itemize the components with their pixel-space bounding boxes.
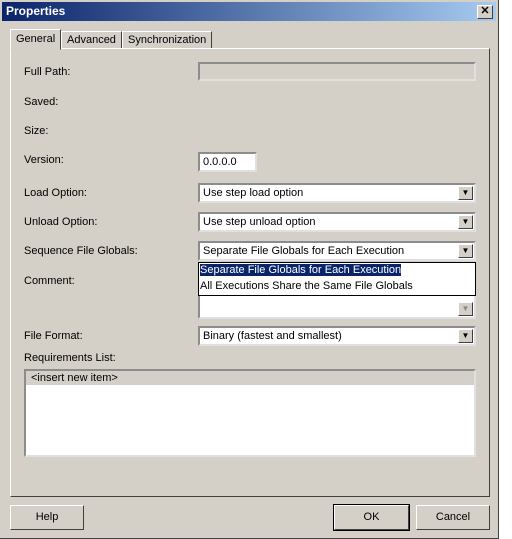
unload-option-value: Use step unload option <box>203 216 316 228</box>
size-label: Size: <box>24 125 49 137</box>
tab-general[interactable]: General <box>10 29 62 50</box>
full-path-field <box>198 62 476 81</box>
unload-option-label: Unload Option: <box>24 216 98 228</box>
chevron-down-icon[interactable]: ▼ <box>458 186 473 200</box>
full-path-label: Full Path: <box>24 66 71 78</box>
dialog-title: Properties <box>6 4 66 18</box>
load-option-value: Use step load option <box>203 187 304 199</box>
list-item[interactable]: <insert new item> <box>26 371 474 385</box>
sequence-file-globals-value: Separate File Globals for Each Execution <box>203 245 405 257</box>
chevron-down-icon[interactable]: ▼ <box>458 215 473 229</box>
close-icon[interactable]: ✕ <box>477 5 493 19</box>
comment-label: Comment: <box>24 275 75 287</box>
requirements-list[interactable]: <insert new item> <box>24 369 476 457</box>
sequence-file-globals-label: Sequence File Globals: <box>24 245 138 257</box>
tab-synchronization[interactable]: Synchronization <box>122 31 213 49</box>
title-bar: Properties ✕ <box>2 2 496 21</box>
ok-button[interactable]: OK <box>333 504 410 531</box>
cancel-button[interactable]: Cancel <box>416 505 490 530</box>
version-field[interactable]: 0.0.0.0 <box>198 152 257 172</box>
requirements-label: Requirements List: <box>24 352 116 364</box>
sequence-file-globals-select[interactable]: Separate File Globals for Each Execution… <box>198 241 476 261</box>
chevron-down-icon[interactable]: ▼ <box>458 244 473 258</box>
file-format-label: File Format: <box>24 330 83 342</box>
version-label: Version: <box>24 154 64 166</box>
file-format-select[interactable]: Binary (fastest and smallest) ▼ <box>198 326 476 346</box>
chevron-down-icon[interactable]: ▼ <box>458 329 473 343</box>
help-button[interactable]: Help <box>10 505 84 530</box>
sequence-file-globals-dropdown: Separate File Globals for Each Execution… <box>198 262 476 296</box>
saved-label: Saved: <box>24 96 59 108</box>
load-option-select[interactable]: Use step load option ▼ <box>198 183 476 203</box>
scroll-down-icon[interactable]: ▼ <box>458 302 473 316</box>
dropdown-option[interactable]: Separate File Globals for Each Execution <box>199 263 475 279</box>
unload-option-select[interactable]: Use step unload option ▼ <box>198 212 476 232</box>
load-option-label: Load Option: <box>24 187 87 199</box>
file-format-value: Binary (fastest and smallest) <box>203 330 342 342</box>
option-label: Separate File Globals for Each Execution <box>200 264 402 276</box>
properties-dialog: Properties ✕ General Advanced Synchroniz… <box>0 0 499 539</box>
tab-advanced[interactable]: Advanced <box>61 31 122 49</box>
dropdown-option[interactable]: All Executions Share the Same File Globa… <box>199 279 475 295</box>
